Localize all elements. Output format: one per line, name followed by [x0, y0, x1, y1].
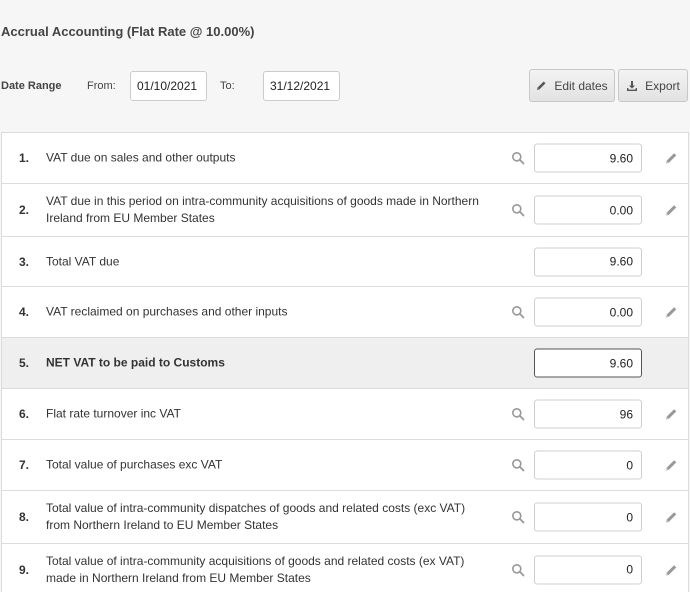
search-icon[interactable]: [511, 563, 525, 577]
row-label: Total value of intra-community dispatche…: [46, 501, 466, 532]
search-icon[interactable]: [511, 203, 525, 217]
download-icon: [626, 80, 638, 92]
row-label: VAT due in this period on intra-communit…: [46, 194, 479, 225]
pencil-icon[interactable]: [665, 204, 678, 217]
pencil-icon: [536, 80, 547, 91]
search-icon[interactable]: [511, 407, 525, 421]
box-value-input[interactable]: [534, 143, 642, 173]
row-label: VAT due on sales and other outputs: [46, 150, 236, 165]
from-label: From:: [87, 80, 116, 92]
box-value-input[interactable]: [534, 399, 642, 429]
to-label: To:: [220, 80, 235, 92]
table-row: 3. Total VAT due: [2, 237, 688, 287]
row-number: 9.: [19, 562, 30, 577]
row-label: VAT reclaimed on purchases and other inp…: [46, 304, 288, 319]
search-icon[interactable]: [511, 305, 525, 319]
row-number: 5.: [19, 356, 30, 370]
box-value-input[interactable]: [534, 555, 642, 584]
row-number: 1.: [19, 151, 30, 165]
row-number: 6.: [19, 407, 30, 421]
box-value-input[interactable]: [534, 195, 642, 225]
pencil-icon[interactable]: [665, 408, 678, 421]
date-range-bar: Date Range From: To: Edit dates Export: [0, 69, 690, 102]
search-icon[interactable]: [511, 151, 525, 165]
row-label: NET VAT to be paid to Customs: [46, 355, 225, 370]
table-row: 4. VAT reclaimed on purchases and other i…: [2, 287, 688, 338]
date-range-label: Date Range: [1, 80, 62, 92]
table-row: 9. Total value of intra-community acquisi…: [2, 544, 688, 592]
table-row: 1. VAT due on sales and other outputs: [2, 133, 688, 184]
to-date-input[interactable]: [263, 71, 340, 101]
row-number: 7.: [19, 458, 30, 472]
from-date-input[interactable]: [130, 71, 207, 101]
box-value-input[interactable]: [534, 502, 642, 532]
table-row: 8. Total value of intra-community dispatc…: [2, 491, 688, 544]
row-label: Total value of intra-community acquisiti…: [46, 553, 465, 585]
row-label: Flat rate turnover inc VAT: [46, 406, 181, 421]
table-row: 7. Total value of purchases exc VAT: [2, 440, 688, 491]
row-number: 3.: [19, 254, 30, 269]
pencil-icon[interactable]: [665, 152, 678, 165]
row-number: 8.: [19, 510, 30, 524]
box-value-input[interactable]: [534, 297, 642, 327]
export-button[interactable]: Export: [618, 69, 688, 102]
page-title: Accrual Accounting (Flat Rate @ 10.00%): [1, 24, 255, 39]
row-label: Total value of purchases exc VAT: [46, 457, 223, 472]
export-label: Export: [645, 78, 680, 93]
table-row: 2. VAT due in this period on intra-commun…: [2, 184, 688, 237]
pencil-icon[interactable]: [665, 459, 678, 472]
row-number: 4.: [19, 305, 30, 319]
edit-dates-button[interactable]: Edit dates: [529, 69, 615, 102]
edit-dates-label: Edit dates: [554, 78, 608, 93]
vat-return-table: 1. VAT due on sales and other outputs 2. VA…: [1, 132, 689, 592]
box-value-input[interactable]: [534, 348, 642, 378]
box-value-input[interactable]: [534, 450, 642, 480]
pencil-icon[interactable]: [665, 563, 678, 576]
search-icon[interactable]: [511, 458, 525, 472]
table-row: 6. Flat rate turnover inc VAT: [2, 389, 688, 440]
row-label: Total VAT due: [46, 254, 120, 268]
box-value-input[interactable]: [534, 247, 642, 276]
table-row: 5. NET VAT to be paid to Customs: [2, 338, 688, 389]
pencil-icon[interactable]: [665, 511, 678, 524]
search-icon[interactable]: [511, 510, 525, 524]
row-number: 2.: [19, 203, 30, 217]
pencil-icon[interactable]: [665, 306, 678, 319]
